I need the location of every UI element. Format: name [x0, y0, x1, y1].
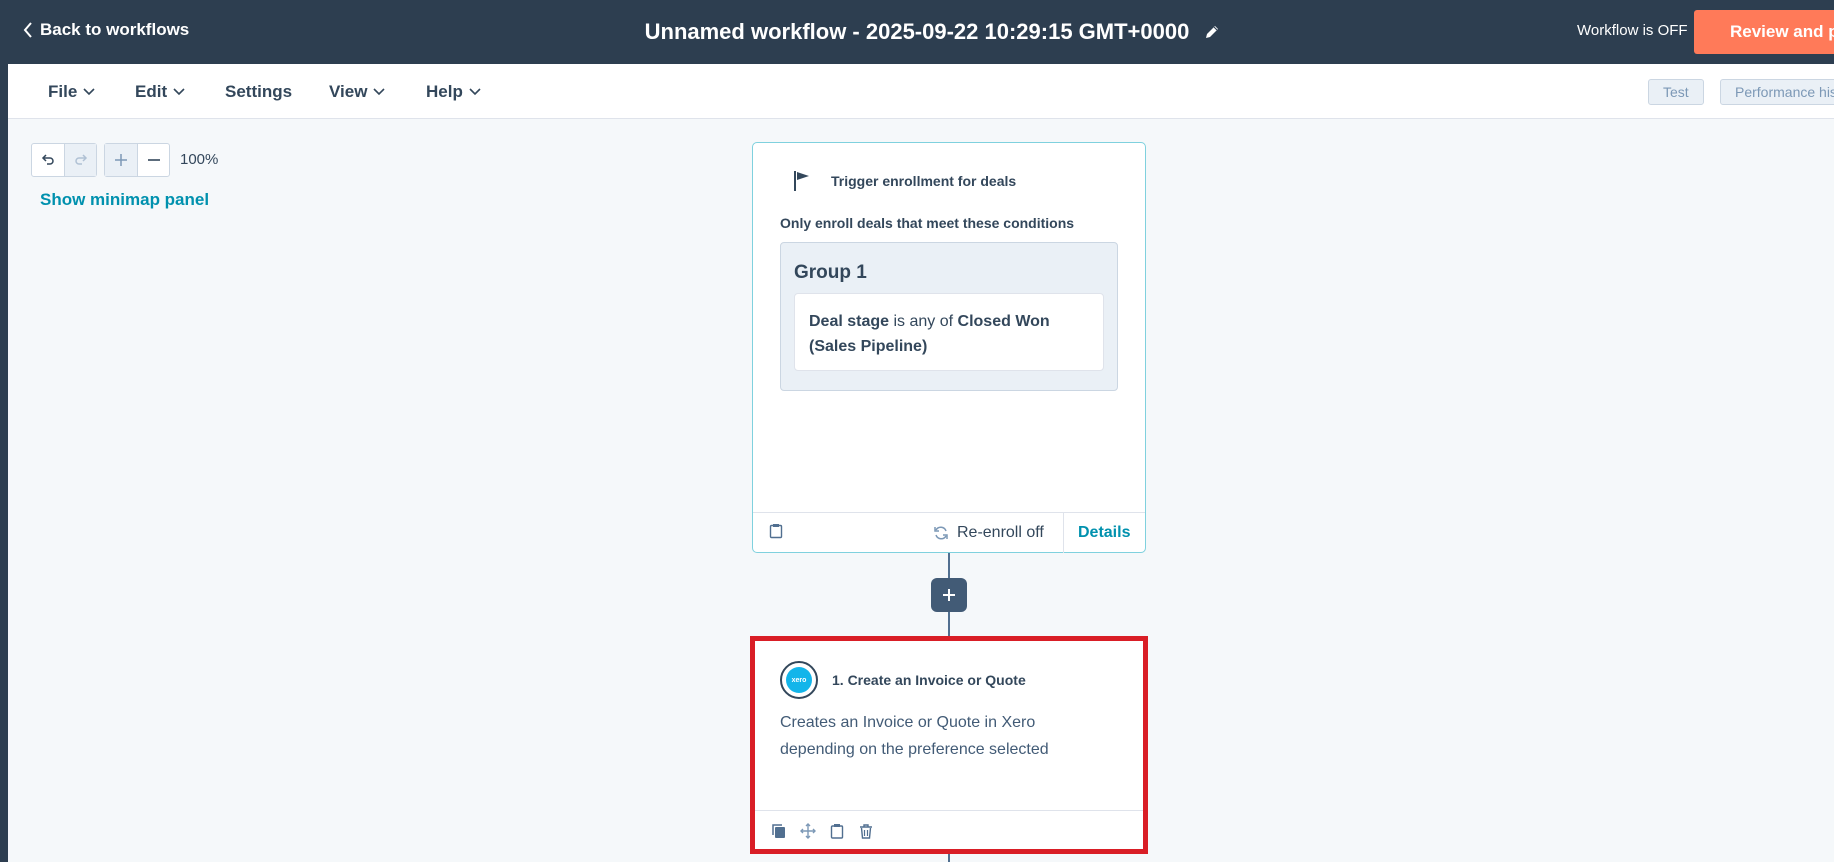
- menu-help[interactable]: Help: [426, 82, 481, 102]
- minus-icon: [147, 159, 160, 161]
- connector-line: [948, 553, 950, 578]
- trigger-header: Trigger enrollment for deals: [791, 169, 1016, 193]
- menu-file[interactable]: File: [48, 82, 95, 102]
- redo-icon: [74, 154, 87, 165]
- connector-line: [948, 854, 950, 862]
- menu-view[interactable]: View: [329, 82, 386, 102]
- add-action-button[interactable]: [931, 578, 967, 612]
- trigger-footer: Re-enroll off Details: [753, 512, 1145, 553]
- trigger-title: Trigger enrollment for deals: [831, 173, 1017, 189]
- menu-edit[interactable]: Edit: [135, 82, 185, 102]
- zoom-out-button[interactable]: [137, 144, 169, 176]
- redo-button[interactable]: [64, 144, 96, 176]
- condition-group: Group 1 Deal stage is any of Closed Won …: [780, 242, 1118, 391]
- copy-icon[interactable]: [771, 823, 787, 839]
- flag-icon: [794, 171, 809, 191]
- trigger-card[interactable]: Trigger enrollment for deals Only enroll…: [752, 142, 1146, 553]
- pencil-icon[interactable]: [1203, 23, 1221, 41]
- show-minimap-link[interactable]: Show minimap panel: [40, 190, 209, 210]
- move-icon[interactable]: [800, 822, 816, 839]
- menu-edit-label: Edit: [135, 82, 168, 101]
- undo-redo-group: [31, 143, 97, 177]
- chevron-down-icon: [83, 88, 95, 96]
- zoom-in-button[interactable]: [105, 144, 137, 176]
- trash-icon[interactable]: [858, 823, 874, 839]
- clipboard-icon[interactable]: [829, 823, 845, 839]
- chevron-down-icon: [469, 88, 481, 96]
- plus-icon: [943, 589, 955, 601]
- menu-bar: File Edit Settings View Help Test Perfor…: [8, 64, 1834, 119]
- condition-operator: is any of: [889, 313, 958, 330]
- refresh-icon: [934, 526, 948, 540]
- zoom-level: 100%: [180, 151, 219, 168]
- chevron-down-icon: [173, 88, 185, 96]
- condition-filter[interactable]: Deal stage is any of Closed Won (Sales P…: [794, 293, 1104, 371]
- menu-file-label: File: [48, 82, 78, 101]
- test-button[interactable]: Test: [1648, 79, 1704, 105]
- undo-button[interactable]: [32, 144, 64, 176]
- workflow-title: Unnamed workflow - 2025-09-22 10:29:15 G…: [8, 19, 1818, 45]
- reenroll-label: Re-enroll off: [957, 524, 1044, 541]
- workflow-status: Workflow is OFF: [1577, 22, 1688, 39]
- details-link[interactable]: Details: [1078, 524, 1130, 542]
- menu-help-label: Help: [426, 82, 463, 101]
- action-footer: [755, 810, 1143, 850]
- connector-line: [948, 612, 950, 636]
- trigger-subtitle: Only enroll deals that meet these condit…: [780, 215, 1075, 231]
- footer-divider: [1063, 513, 1064, 553]
- zoom-group: [104, 143, 170, 177]
- clipboard-icon[interactable]: [769, 523, 783, 539]
- condition-property: Deal stage: [809, 313, 890, 330]
- reenroll-toggle[interactable]: Re-enroll off: [933, 524, 1044, 542]
- action-description: Creates an Invoice or Quote in Xero depe…: [780, 714, 1049, 758]
- menu-view-label: View: [329, 82, 368, 101]
- chevron-down-icon: [373, 88, 386, 96]
- menu-settings[interactable]: Settings: [225, 82, 292, 102]
- action-title: 1. Create an Invoice or Quote: [832, 672, 1026, 688]
- action-card[interactable]: xero 1. Create an Invoice or Quote Creat…: [750, 636, 1148, 854]
- review-and-publish-button[interactable]: Review and pu: [1694, 10, 1834, 54]
- xero-logo-icon: xero: [780, 661, 818, 699]
- performance-history-button[interactable]: Performance his: [1720, 79, 1834, 105]
- action-header: xero 1. Create an Invoice or Quote: [780, 661, 1026, 699]
- group-title: Group 1: [794, 262, 867, 283]
- workflow-title-text: Unnamed workflow - 2025-09-22 10:29:15 G…: [644, 19, 1190, 44]
- plus-icon: [115, 154, 127, 166]
- menu-settings-label: Settings: [225, 82, 293, 101]
- window-left-edge: [0, 0, 8, 862]
- top-bar: Back to workflows Unnamed workflow - 202…: [8, 0, 1834, 64]
- undo-icon: [41, 154, 54, 165]
